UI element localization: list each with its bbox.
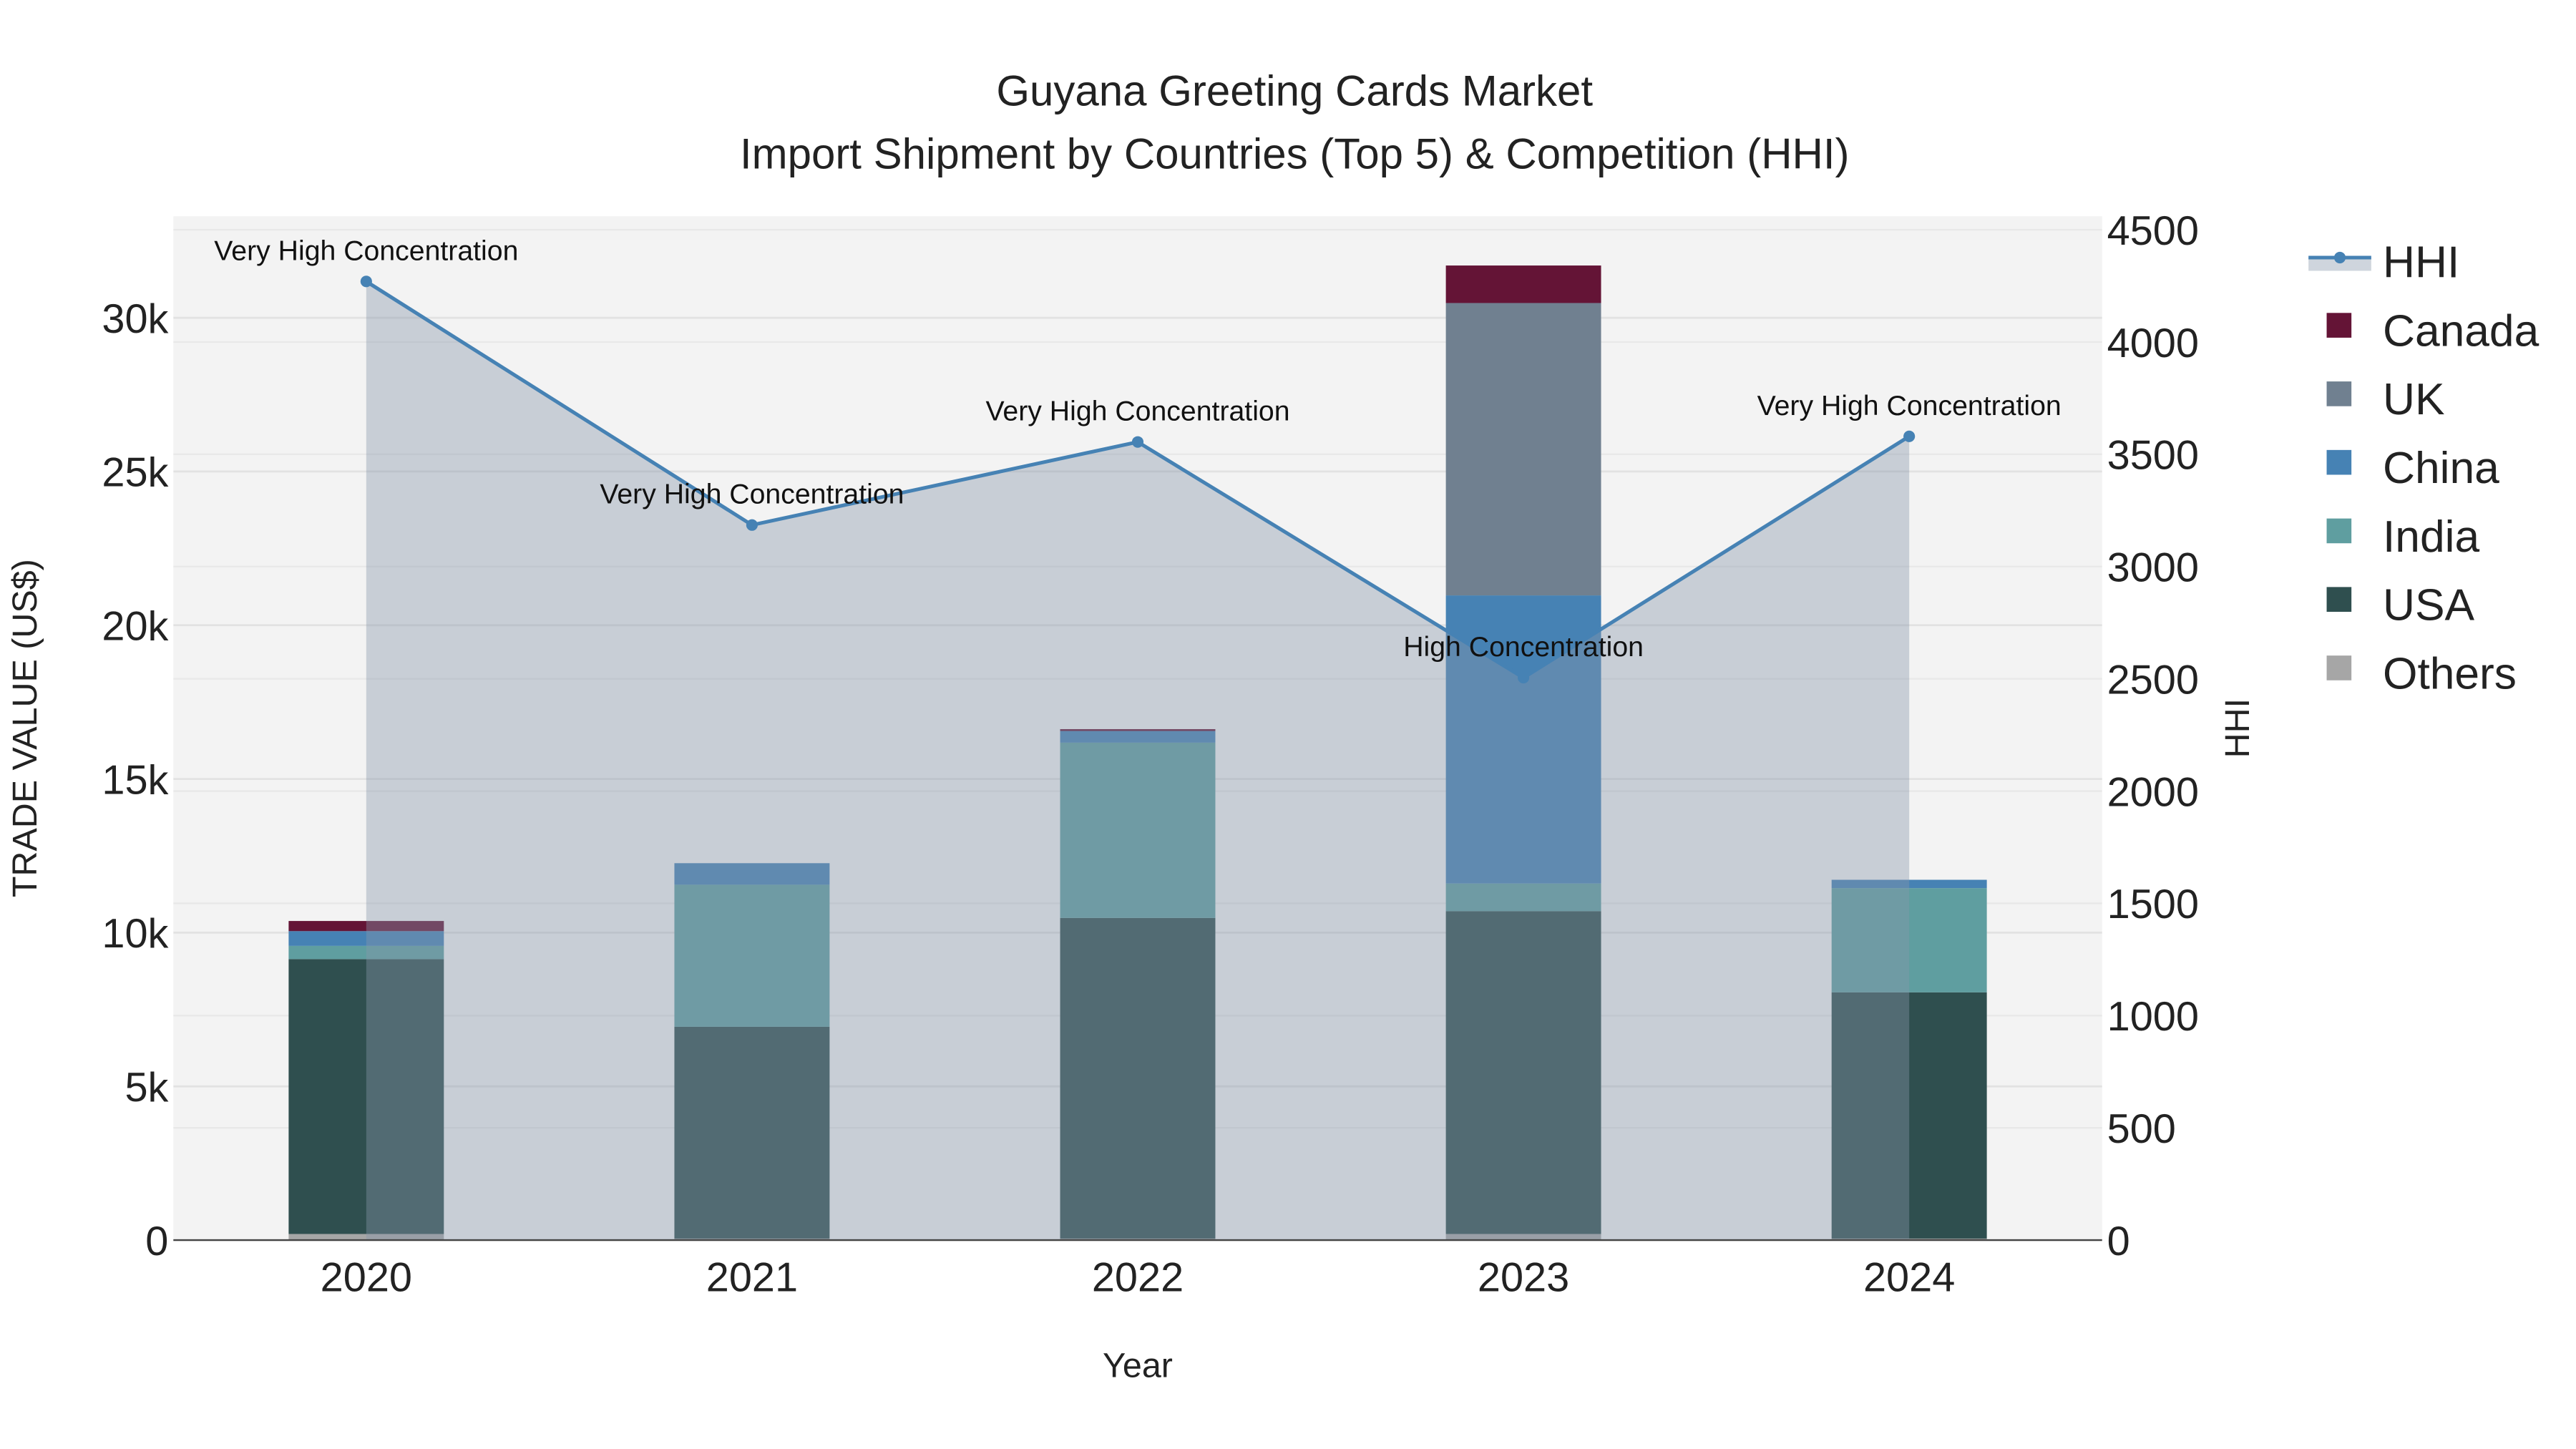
y-tick-label: 20k: [102, 604, 168, 650]
x-tick-label: 2020: [321, 1255, 412, 1301]
y-tick-label: 30k: [102, 296, 168, 342]
legend-swatch-india: [2326, 518, 2352, 544]
hhi-point: [360, 275, 372, 288]
y2-tick-label: 2500: [2107, 657, 2199, 703]
hhi-annotation: Very High Concentration: [214, 235, 518, 266]
legend-label: USA: [2383, 581, 2475, 630]
legend-swatch-usa: [2326, 587, 2352, 612]
y-tick-label: 5k: [125, 1065, 168, 1111]
x-tick-label: 2023: [1478, 1255, 1569, 1301]
legend-label: UK: [2383, 375, 2445, 424]
hhi-annotation: Very High Concentration: [985, 396, 1289, 427]
legend-label: HHI: [2383, 238, 2459, 288]
chart: Very High Concentration Very High Concent…: [6, 67, 2540, 1385]
y2-tick-label: 3500: [2107, 433, 2199, 479]
y-tick-label: 25k: [102, 450, 168, 496]
y-tick-label: 10k: [102, 911, 168, 957]
x-axis-ticks: 2020 2021 2022 2023 2024: [321, 1255, 1956, 1301]
y2-axis-label: HHI: [2218, 698, 2257, 758]
hhi-point: [746, 519, 758, 531]
legend-marker-hhi: [2333, 251, 2346, 264]
y2-tick-label: 1000: [2107, 994, 2199, 1040]
chart-subtitle: Import Shipment by Countries (Top 5) & C…: [740, 130, 1850, 177]
hhi-point: [1131, 436, 1144, 448]
legend-swatch-others: [2326, 655, 2352, 680]
legend-swatch-uk: [2326, 381, 2352, 406]
y2-tick-label: 4000: [2107, 321, 2199, 366]
x-tick-label: 2024: [1863, 1255, 1955, 1301]
y-axis-ticks: 0 5k 10k 15k 20k 25k 30k: [102, 296, 168, 1264]
x-axis-label: Year: [1103, 1347, 1173, 1385]
y2-axis-ticks: 0 500 1000 1500 2000 2500 3000 3500 4000 4500: [2107, 208, 2199, 1264]
bar-canada-2023: [1445, 265, 1601, 303]
y-axis-label: TRADE VALUE (US$): [6, 559, 44, 897]
x-tick-label: 2022: [1092, 1255, 1184, 1301]
x-tick-label: 2021: [706, 1255, 798, 1301]
hhi-point: [1518, 672, 1530, 684]
legend-label: China: [2383, 444, 2499, 493]
chart-title: Guyana Greeting Cards Market: [996, 67, 1593, 115]
legend-swatch-canada: [2326, 313, 2352, 338]
y-tick-label: 15k: [102, 757, 168, 803]
legend-swatch-china: [2326, 449, 2352, 475]
hhi-annotation: High Concentration: [1403, 631, 1644, 663]
y2-tick-label: 1500: [2107, 882, 2199, 927]
y2-tick-label: 4500: [2107, 208, 2199, 254]
legend-label: India: [2383, 512, 2479, 562]
hhi-annotation: Very High Concentration: [1757, 390, 2062, 421]
y-tick-label: 0: [145, 1219, 168, 1264]
bar-uk-2023: [1445, 303, 1601, 596]
y2-tick-label: 500: [2107, 1106, 2176, 1152]
y2-tick-label: 3000: [2107, 545, 2199, 591]
hhi-annotation: Very High Concentration: [600, 479, 904, 510]
legend-label: Canada: [2383, 306, 2540, 356]
hhi-point: [1903, 430, 1916, 442]
y2-tick-label: 0: [2107, 1219, 2130, 1264]
legend-label: Others: [2383, 649, 2517, 698]
y2-tick-label: 2000: [2107, 769, 2199, 815]
legend: HHI Canada UK China India USA Others: [2308, 238, 2540, 698]
